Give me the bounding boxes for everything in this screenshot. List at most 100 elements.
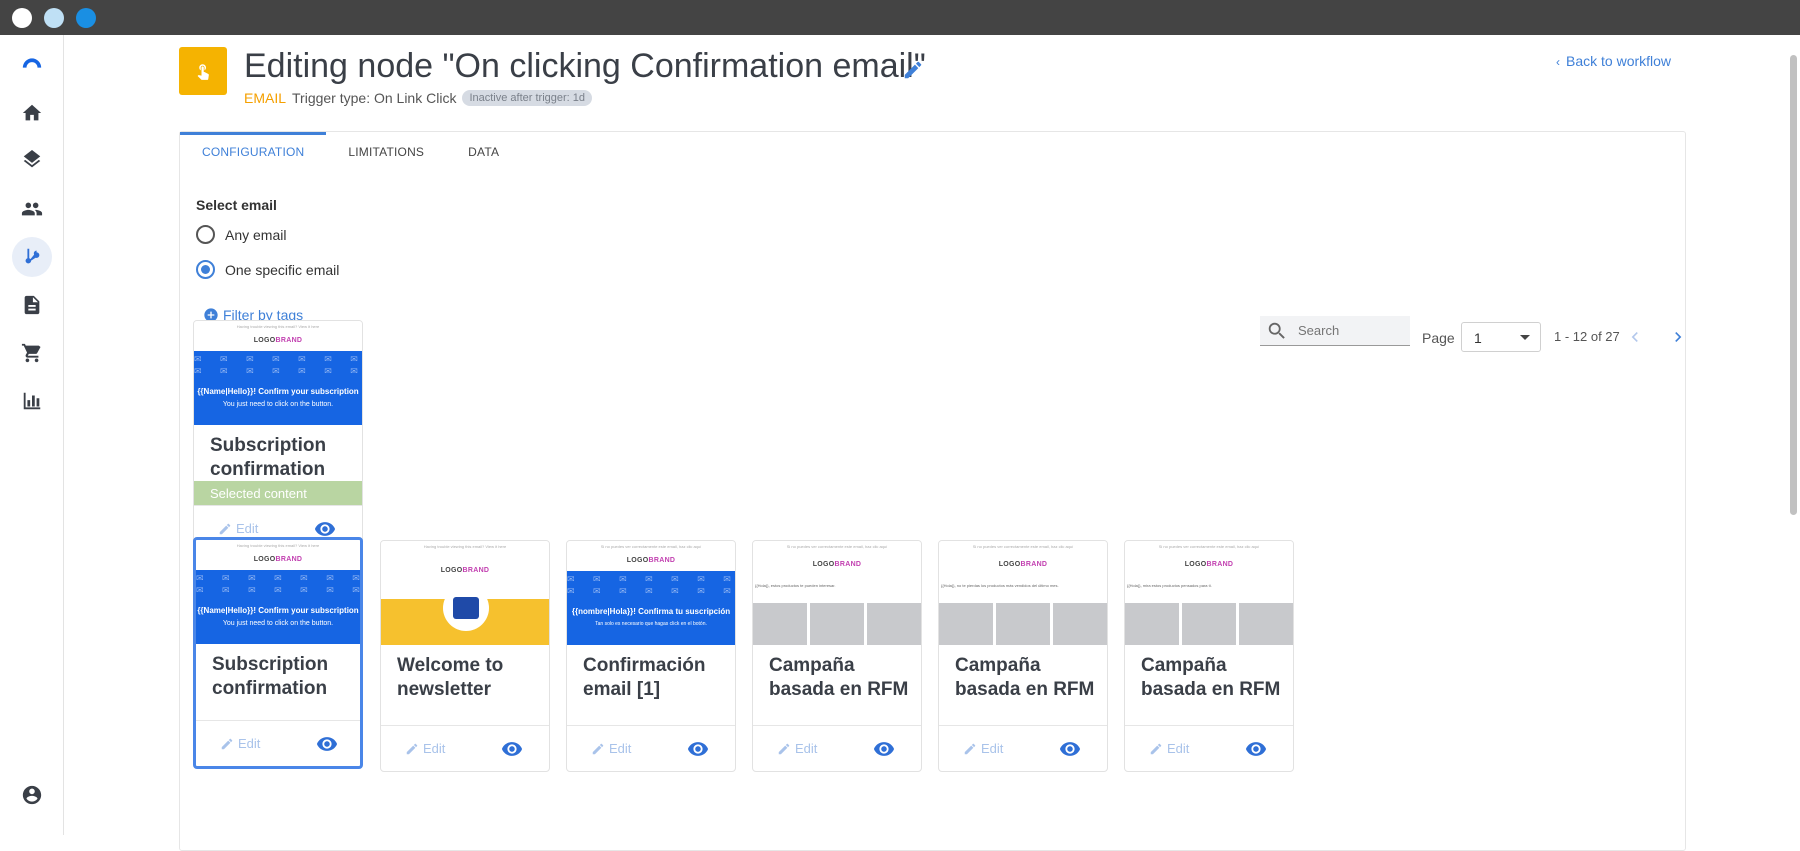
- email-card[interactable]: Si no puedes ver correctamente este emai…: [566, 540, 736, 772]
- chevron-right-icon[interactable]: [1668, 327, 1688, 347]
- eye-icon[interactable]: [501, 738, 523, 760]
- back-to-workflow-link[interactable]: ‹ Back to workflow: [1556, 53, 1671, 69]
- eye-icon[interactable]: [1245, 738, 1267, 760]
- thumb-product-grid: [1125, 603, 1293, 645]
- search-box: [1260, 316, 1410, 346]
- config-panel: CONFIGURATION LIMITATIONS DATA Select em…: [179, 131, 1686, 851]
- thumb-subline: You just need to click on the button.: [222, 620, 334, 627]
- workflow-icon[interactable]: [12, 237, 52, 277]
- thumb-banner: ✉ ✉ ✉ ✉ ✉ ✉ ✉ ✉✉ ✉ ✉ ✉ ✉ ✉ ✉ ✉ {{Name|He…: [196, 570, 360, 644]
- email-thumbnail: Si no puedes ver correctamente este emai…: [1125, 541, 1293, 645]
- account-icon[interactable]: [12, 775, 52, 815]
- window-close-dot[interactable]: [12, 8, 32, 28]
- edit-label: Edit: [423, 741, 446, 756]
- channel-label: EMAIL: [244, 90, 287, 106]
- search-icon: [1268, 322, 1285, 339]
- pencil-icon: [219, 523, 231, 534]
- page-label: Page: [1422, 330, 1455, 346]
- pencil-icon: [778, 743, 790, 754]
- thumb-banner: ✉ ✉ ✉ ✉ ✉ ✉ ✉ ✉✉ ✉ ✉ ✉ ✉ ✉ ✉ ✉ {{Name|He…: [194, 351, 362, 425]
- edit-button[interactable]: Edit: [220, 736, 260, 751]
- radio-button[interactable]: [196, 225, 215, 244]
- edit-title-icon[interactable]: [902, 59, 924, 81]
- radio-one-specific-email[interactable]: One specific email: [196, 260, 339, 279]
- chevron-left-icon: ‹: [1556, 55, 1560, 69]
- people-icon[interactable]: [12, 189, 52, 229]
- edit-button[interactable]: Edit: [405, 741, 445, 756]
- email-name: Subscription confirmation: [212, 654, 329, 699]
- eye-icon[interactable]: [873, 738, 895, 760]
- email-name: Welcome to newsletter: [397, 655, 504, 700]
- email-name: Campaña basada en RFM: [769, 655, 909, 700]
- pencil-icon: [964, 743, 976, 754]
- thumb-subline: Tan solo es necesario que hagas click en…: [595, 621, 707, 627]
- pencil-icon: [592, 743, 604, 754]
- thumb-logo: LOGOBRAND: [1184, 561, 1234, 568]
- radio-button-checked[interactable]: [196, 260, 215, 279]
- email-name: Campaña basada en RFM: [1141, 655, 1281, 700]
- email-card[interactable]: Having trouble viewing this email? View …: [380, 540, 550, 772]
- selected-email-card[interactable]: Having trouble viewing this email? View …: [193, 320, 363, 552]
- email-card[interactable]: Si no puedes ver correctamente este emai…: [752, 540, 922, 772]
- radio-any-email[interactable]: Any email: [196, 225, 286, 244]
- card-actions: Edit: [1125, 725, 1293, 771]
- thumb-logo: LOGOBRAND: [253, 556, 303, 563]
- document-icon[interactable]: [12, 285, 52, 325]
- page-select[interactable]: 1: [1461, 322, 1541, 352]
- email-card[interactable]: Having trouble viewing this email? View …: [193, 537, 363, 769]
- pencil-icon: [221, 738, 233, 749]
- chevron-left-icon[interactable]: [1625, 327, 1645, 347]
- email-thumbnail: Si no puedes ver correctamente este emai…: [567, 541, 735, 645]
- email-thumbnail: Having trouble viewing this email? View …: [194, 321, 362, 425]
- thumb-headline: {{Name|Hello}}! Confirm your subscriptio…: [197, 606, 359, 615]
- thumb-top-text: Si no puedes ver correctamente este emai…: [600, 544, 702, 549]
- chart-icon[interactable]: [12, 381, 52, 421]
- thumb-product-grid: [939, 603, 1107, 645]
- caret-down-icon: [1520, 335, 1530, 340]
- edit-button[interactable]: Edit: [1149, 741, 1189, 756]
- pencil-icon: [406, 743, 418, 754]
- tab-configuration[interactable]: CONFIGURATION: [180, 132, 327, 172]
- edit-button[interactable]: Edit: [591, 741, 631, 756]
- thumb-product-grid: [753, 603, 921, 645]
- card-actions: Edit: [567, 725, 735, 771]
- edit-button[interactable]: Edit: [777, 741, 817, 756]
- radio-label: Any email: [225, 226, 287, 243]
- thumb-subline: You just need to click on the button.: [222, 401, 334, 408]
- thumb-top-text: Having trouble viewing this email? View …: [423, 544, 507, 549]
- eye-icon[interactable]: [316, 733, 338, 755]
- selected-content-bar: Selected content: [194, 481, 362, 505]
- scrollbar[interactable]: [1790, 55, 1797, 515]
- search-input[interactable]: [1298, 323, 1398, 338]
- edit-button[interactable]: Edit: [218, 521, 258, 536]
- thumb-logo: LOGOBRAND: [626, 557, 676, 564]
- email-card[interactable]: Si no puedes ver correctamente este emai…: [938, 540, 1108, 772]
- card-actions: Edit: [196, 720, 360, 766]
- card-actions: Edit: [939, 725, 1107, 771]
- email-name: Subscription confirmation: [210, 435, 327, 480]
- thumb-text: {{Hola}}, no te pierdas los productos má…: [941, 583, 1059, 588]
- page-title: Editing node "On clicking Confirmation e…: [244, 47, 926, 85]
- cart-icon[interactable]: [12, 333, 52, 373]
- tab-limitations[interactable]: LIMITATIONS: [326, 132, 446, 172]
- window-maximize-dot[interactable]: [76, 8, 96, 28]
- click-trigger-icon: [179, 47, 227, 95]
- radio-label: One specific email: [225, 261, 340, 278]
- email-thumbnail: Having trouble viewing this email? View …: [196, 540, 360, 644]
- window-minimize-dot[interactable]: [44, 8, 64, 28]
- thumb-banner: ✉ ✉ ✉ ✉ ✉ ✉ ✉ ✉✉ ✉ ✉ ✉ ✉ ✉ ✉ ✉ {{nombre|…: [567, 571, 735, 645]
- tab-bar: CONFIGURATION LIMITATIONS DATA: [180, 132, 521, 172]
- edit-button[interactable]: Edit: [963, 741, 1003, 756]
- email-name: Confirmación email [1]: [583, 655, 706, 700]
- email-card[interactable]: Si no puedes ver correctamente este emai…: [1124, 540, 1294, 772]
- layers-icon[interactable]: [12, 141, 52, 181]
- home-icon[interactable]: [12, 93, 52, 133]
- eye-icon[interactable]: [687, 738, 709, 760]
- page-select-value: 1: [1474, 330, 1482, 346]
- eye-icon[interactable]: [1059, 738, 1081, 760]
- sidebar: [0, 35, 64, 835]
- pencil-icon: [1150, 743, 1162, 754]
- tab-data[interactable]: DATA: [446, 132, 521, 172]
- logo-icon[interactable]: [12, 43, 52, 83]
- card-actions: Edit: [753, 725, 921, 771]
